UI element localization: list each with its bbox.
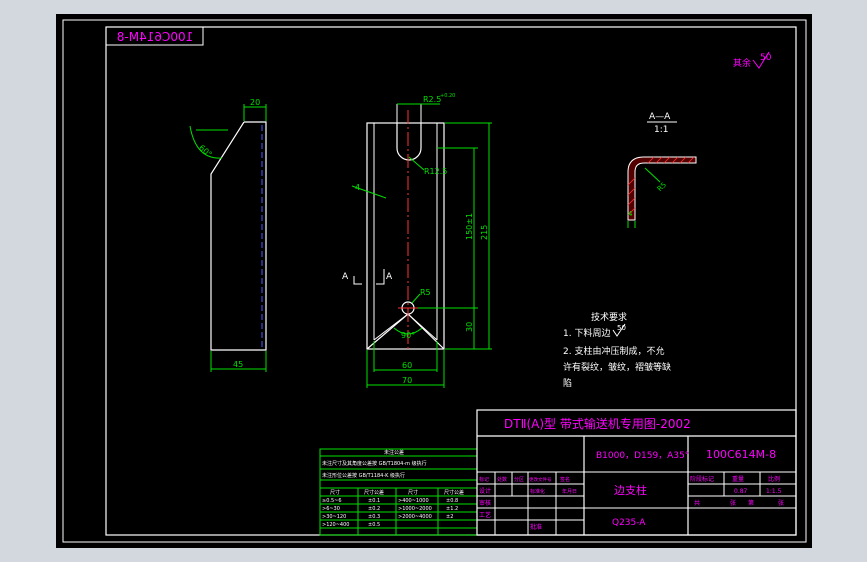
tol-h1: 尺寸公差 xyxy=(364,489,384,496)
cad-viewport[interactable]: 100C614M-8 其余 50 20 60° 45 R2.5 +0.20 R1… xyxy=(0,0,867,562)
side-dim-70: 70 xyxy=(402,376,412,385)
side-top-dim: R2.5 xyxy=(423,95,441,104)
tech-req-line1: 1. 下料周边 xyxy=(563,327,610,339)
tb-role-0: 设计 xyxy=(479,487,491,495)
tol-r0c0: ≥0.5~6 xyxy=(322,498,342,504)
tb-stage-label: 阶段标记 xyxy=(690,475,714,483)
section-title: A—A xyxy=(649,112,671,122)
front-top-dim: 20 xyxy=(250,98,260,107)
section-label-left: A xyxy=(342,272,349,282)
tol-r2c1: ±0.3 xyxy=(368,514,380,520)
section-scale: 1:1 xyxy=(654,125,668,135)
tech-req-line3: 许有裂纹，皱纹，褶皱等缺 xyxy=(563,361,671,373)
tb-code: 100C614M-8 xyxy=(706,448,776,461)
tol-line1: 未注尺寸及其角度公差按 GB/T1804-m 级执行 xyxy=(322,460,427,467)
tb-col-5: 年月日 xyxy=(562,488,577,495)
tol-r0c1: ±0.1 xyxy=(368,498,380,504)
tb-title: DTⅡ(A)型 带式输送机专用图-2002 xyxy=(504,416,691,431)
tol-r3c0: >120~400 xyxy=(322,522,349,528)
tol-r2c0: >30~120 xyxy=(322,514,346,520)
tol-r0c2: >400~1000 xyxy=(398,498,429,504)
tb-weight: 0.87 xyxy=(734,488,748,495)
tb-material: Q235-A xyxy=(612,518,646,528)
tol-r1c3: ±1.2 xyxy=(446,506,458,512)
tb-col-2: 分区 xyxy=(514,476,524,483)
tol-r1c2: >1000~2000 xyxy=(398,506,432,512)
tb-sheet-no-label: 第 xyxy=(748,499,754,507)
tol-r1c0: >6~30 xyxy=(322,506,340,512)
side-top-tol: +0.20 xyxy=(440,93,455,99)
tech-req-line4: 陷 xyxy=(563,377,572,389)
tech-req-title: 技术要求 xyxy=(591,311,627,323)
tb-role-2: 工艺 xyxy=(479,511,491,519)
tb-name: 边支柱 xyxy=(614,483,647,497)
tol-r0c3: ±0.8 xyxy=(446,498,458,504)
tol-h2: 尺寸 xyxy=(408,489,418,496)
tol-r1c1: ±0.2 xyxy=(368,506,380,512)
section-thickness: 4 xyxy=(628,210,633,218)
side-dim-60: 60 xyxy=(402,361,412,370)
tb-role-1: 审核 xyxy=(479,499,491,507)
tb-sheet-label: 张 xyxy=(730,499,736,507)
side-dim-215: 215 xyxy=(480,225,489,240)
tb-col-3: 更改文件号 xyxy=(529,476,552,483)
tb-col-0: 标记 xyxy=(479,476,489,483)
front-bottom-dim: 45 xyxy=(233,360,243,369)
roughness-value: 50 xyxy=(760,53,772,63)
tb-sheet-label-2: 张 xyxy=(778,499,784,507)
cad-drawing: 100C614M-8 其余 50 20 60° 45 R2.5 +0.20 R1… xyxy=(56,14,812,548)
side-dim-150: 150±1 xyxy=(465,213,474,240)
tol-h3: 尺寸公差 xyxy=(444,489,464,496)
tb-scale: 1:1.5 xyxy=(766,488,782,495)
tol-r2c2: >2000~4000 xyxy=(398,514,432,520)
tb-col-4: 签名 xyxy=(560,476,570,483)
tb-spec: B1000，D159，A35° xyxy=(596,451,689,461)
drawing-code-mirrored: 100C614M-8 xyxy=(117,30,194,44)
side-r125: R12.5 xyxy=(424,167,447,176)
tb-scale-label: 比例 xyxy=(768,475,780,483)
tb-sheets-label: 共 xyxy=(694,499,700,507)
tb-weight-label: 重量 xyxy=(732,475,744,483)
tb-role-4: 批准 xyxy=(530,523,542,531)
tol-line2: 未注形位公差按 GB/T1184-K 级执行 xyxy=(322,472,405,479)
tol-r2c3: ±2 xyxy=(446,514,453,520)
tb-col-1: 处数 xyxy=(497,476,507,483)
roughness-label: 其余 xyxy=(733,57,751,69)
side-thick-mark: 4 xyxy=(355,183,360,192)
tech-req-line2: 2. 支柱由冲压制成，不允 xyxy=(563,345,664,357)
tol-h0: 尺寸 xyxy=(330,489,340,496)
section-label-right: A xyxy=(386,272,393,282)
side-dim-30: 30 xyxy=(465,322,474,332)
side-angle: 90° xyxy=(401,331,415,340)
tb-role-3: 标准化 xyxy=(530,488,545,495)
tol-r3c1: ±0.5 xyxy=(368,522,380,528)
tol-title: 未注公差 xyxy=(384,449,404,456)
side-r5: R5 xyxy=(420,288,431,297)
